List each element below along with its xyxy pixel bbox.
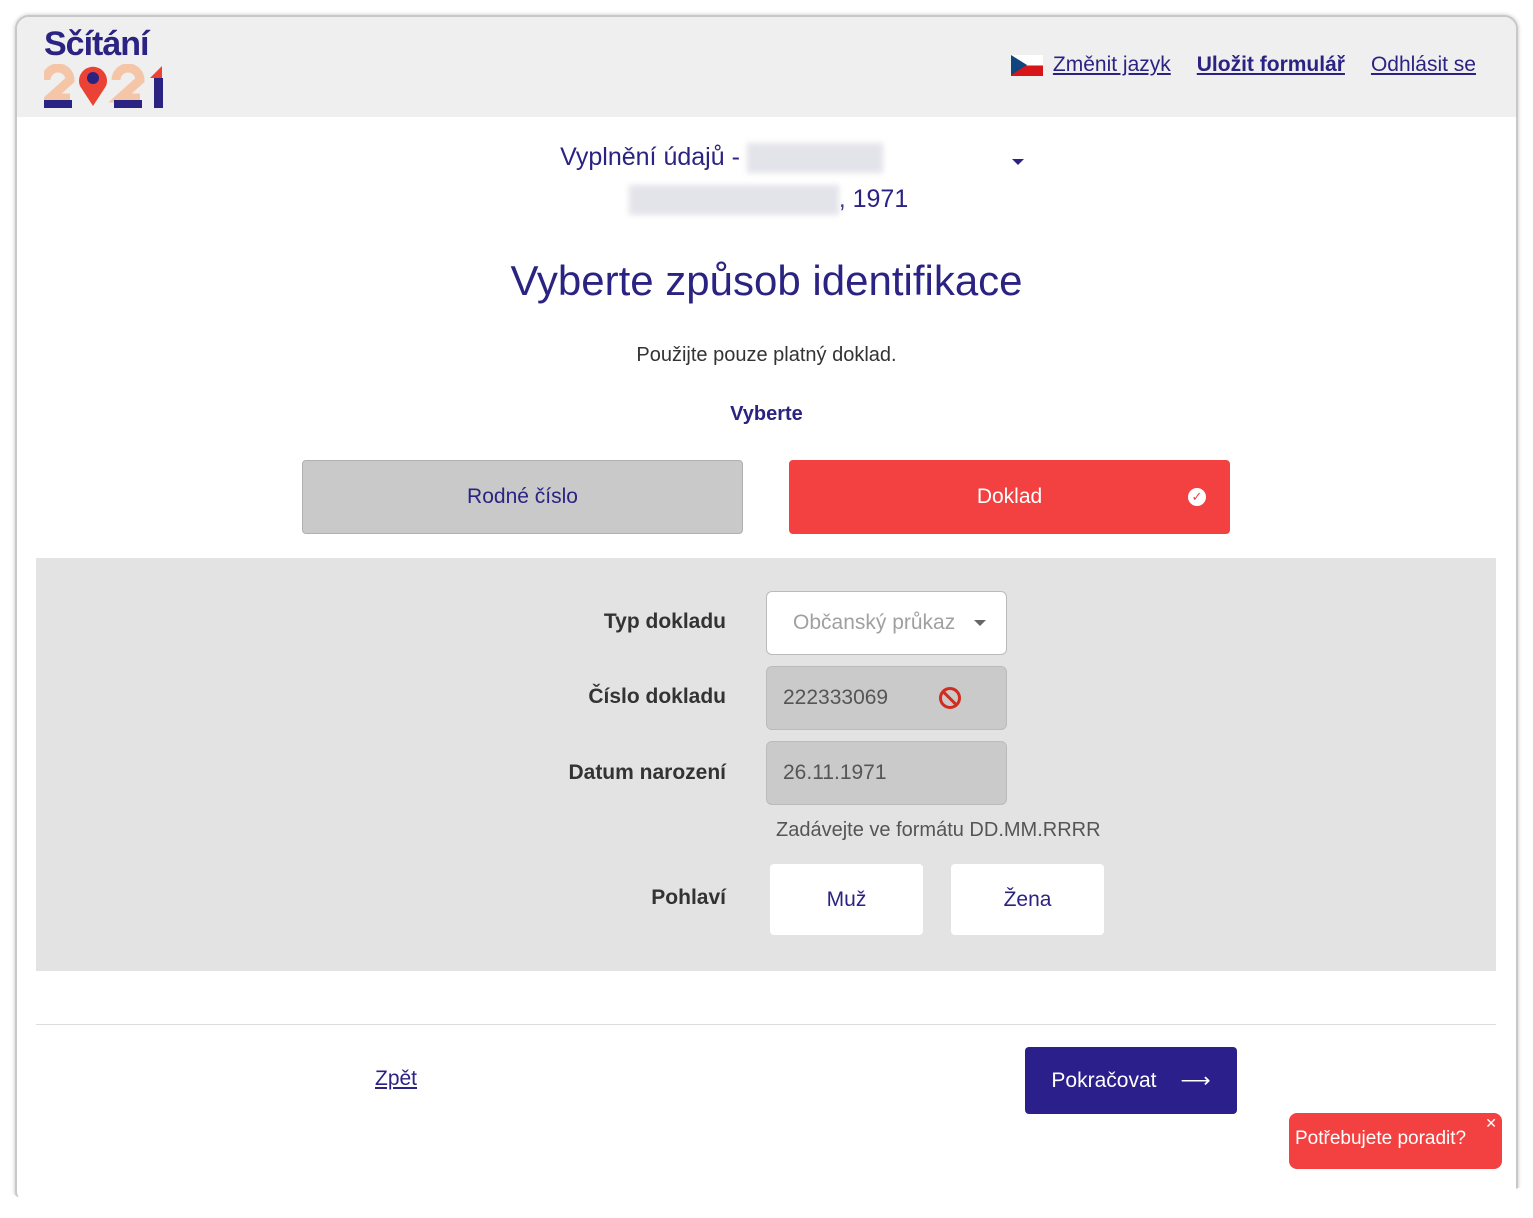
choose-label: Vyberte [730,403,803,425]
dropdown-caret-icon [974,620,986,626]
logout-link[interactable]: Odhlásit se [1371,53,1476,77]
page-subtitle: Použijte pouze platný doklad. [636,344,897,366]
save-form-link[interactable]: Uložit formulář [1197,53,1345,77]
czech-flag-icon [1010,54,1043,76]
browser-frame: Sčítání Změnit jazyk Uložit formulář Odh… [15,15,1518,1205]
gender-label: Pohlaví [651,886,726,909]
redacted-details [628,185,839,216]
doc-type-select[interactable]: Občanský průkaz [766,591,1007,655]
birth-date-label: Datum narození [568,761,726,784]
person-selector[interactable]: Vyplnění údajů - [17,143,1516,174]
doc-type-value: Občanský průkaz [793,611,956,634]
logo-text: Sčítání [44,25,149,63]
back-link[interactable]: Zpět [375,1067,417,1091]
doc-number-input[interactable]: 222333069 [766,666,1007,730]
change-language-link[interactable]: Změnit jazyk [1010,53,1171,77]
continue-label: Pokračovat [1051,1068,1157,1092]
person-title: Vyplnění údajů - [560,143,740,171]
help-chat-button[interactable]: Potřebujete poradit? ✕ [1289,1113,1502,1169]
torn-edge [0,1173,1533,1218]
birth-date-input[interactable]: 26.11.1971 [766,741,1007,805]
header: Sčítání Změnit jazyk Uložit formulář Odh… [17,17,1516,117]
invalid-ban-icon [939,687,961,709]
help-label: Potřebujete poradit? [1295,1128,1467,1149]
birth-number-label: Rodné číslo [467,485,578,508]
top-nav: Změnit jazyk Uložit formulář Odhlásit se [1010,53,1476,77]
chevron-down-icon[interactable] [1012,159,1024,165]
person-details: , 1971 [17,185,1516,216]
birth-number-option[interactable]: Rodné číslo [302,460,743,534]
divider [36,1024,1496,1025]
gender-male-button[interactable]: Muž [770,864,923,935]
document-label: Doklad [976,485,1043,508]
document-form-panel: Typ dokladu Občanský průkaz Číslo doklad… [36,558,1496,971]
arrow-right-icon: ⟶ [1180,1069,1211,1092]
birth-date-value: 26.11.1971 [783,761,887,784]
page-title: Vyberte způsob identifikace [510,257,1023,304]
doc-type-label: Typ dokladu [603,610,726,633]
continue-button[interactable]: Pokračovat ⟶ [1025,1047,1237,1114]
logo: Sčítání [38,25,169,108]
date-format-hint: Zadávejte ve formátu DD.MM.RRRR [776,819,1101,841]
logo-year-graphic [38,63,163,108]
doc-number-label: Číslo dokladu [588,685,726,708]
check-circle-icon: ✓ [1188,488,1206,506]
person-year: , 1971 [838,185,909,213]
doc-number-value: 222333069 [783,686,889,709]
change-language-label: Změnit jazyk [1052,53,1171,76]
gender-female-button[interactable]: Žena [951,864,1104,935]
close-icon[interactable]: ✕ [1485,1115,1497,1132]
redacted-name [746,143,883,174]
document-option[interactable]: Doklad ✓ [789,460,1230,534]
